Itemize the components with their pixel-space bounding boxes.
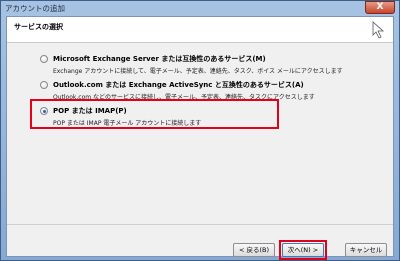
window-title: アカウントの追加 [5,4,65,13]
option-exchange-label[interactable]: Microsoft Exchange Server または互換性のあるサービス(… [53,54,266,64]
dialog-window: アカウントの追加 X サービスの選択 Microsoft Exchange Se… [0,0,400,261]
dialog-content: サービスの選択 Microsoft Exchange Server または互換性… [6,16,394,260]
radio-outlook-com[interactable] [40,81,48,89]
option-exchange-description: Exchange アカウントに接続して、電子メール、予定表、連絡先、タスク、ボイ… [53,68,343,75]
cancel-button[interactable]: キャンセル [345,243,387,257]
title-bar[interactable]: アカウントの追加 X [1,1,399,15]
option-pop-imap-label[interactable]: POP または IMAP(P) [53,106,127,116]
back-button[interactable]: < 戻る(B) [233,243,275,257]
close-button[interactable]: X [365,1,395,14]
cursor-icon [372,21,385,39]
header-panel: サービスの選択 [7,17,393,43]
footer-divider [7,224,393,225]
close-icon: X [376,2,384,12]
radio-pop-imap[interactable] [40,107,48,115]
radio-exchange[interactable] [40,55,48,63]
option-outlook-com-label[interactable]: Outlook.com または Exchange ActiveSync と互換性… [53,80,304,90]
page-title: サービスの選択 [14,23,63,31]
next-button[interactable]: 次へ(N) > [282,243,324,257]
option-pop-imap-description: POP または IMAP 電子メール アカウントに接続します [53,120,202,127]
